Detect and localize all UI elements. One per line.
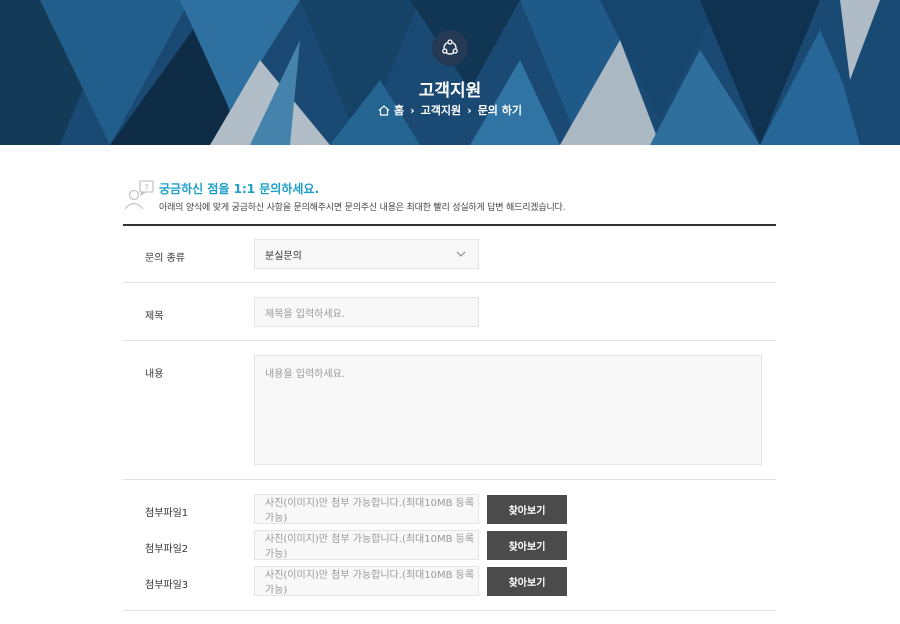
chevron-right-icon: › bbox=[410, 103, 415, 117]
title-input-placeholder: 제목을 입력하세요. bbox=[265, 308, 345, 320]
breadcrumb: 홈 › 고객지원 › 문의 하기 bbox=[0, 102, 900, 118]
attachment-1-browse-button[interactable]: 찾아보기 bbox=[487, 495, 567, 524]
category-select[interactable]: 분실문의 bbox=[254, 239, 479, 269]
attachment-1-input[interactable]: 사진(이미지)만 첨부 가능합니다.(최대10MB 등록 가능) bbox=[254, 494, 479, 524]
content-textarea-placeholder: 내용을 입력하세요. bbox=[265, 369, 345, 380]
attachment-1-label: 첨부파일1 bbox=[145, 508, 189, 519]
breadcrumb-item-home: 홈 bbox=[393, 104, 405, 117]
person-question-icon: ? bbox=[124, 180, 154, 210]
attachment-2-input[interactable]: 사진(이미지)만 첨부 가능합니다.(최대10MB 등록 가능) bbox=[254, 530, 479, 560]
form-row-title: 제목 제목을 입력하세요. bbox=[123, 283, 776, 341]
attachment-2-label: 첨부파일2 bbox=[145, 544, 189, 555]
hero-background-image bbox=[0, 0, 900, 145]
category-label: 문의 종류 bbox=[145, 253, 185, 264]
intro-heading: 궁금하신 점을 1:1 문의하세요. bbox=[159, 182, 320, 196]
hero-banner: 고객지원 홈 › 고객지원 › 문의 하기 bbox=[0, 0, 900, 145]
breadcrumb-home[interactable]: 홈 bbox=[378, 102, 404, 118]
intro-section: ? 궁금하신 점을 1:1 문의하세요. 아래의 양식에 맞게 궁금하신 사항을… bbox=[123, 180, 776, 224]
intro-description: 아래의 양식에 맞게 궁금하신 사항을 문의해주시면 문의주신 내용은 최대한 … bbox=[159, 203, 566, 213]
content-label: 내용 bbox=[145, 369, 164, 380]
attachment-3-browse-button[interactable]: 찾아보기 bbox=[487, 567, 567, 596]
chevron-right-icon: › bbox=[467, 103, 472, 117]
content-textarea[interactable]: 내용을 입력하세요. bbox=[254, 355, 762, 465]
category-select-value: 분실문의 bbox=[265, 250, 302, 262]
breadcrumb-item-inquiry[interactable]: 문의 하기 bbox=[478, 102, 522, 118]
title-input[interactable]: 제목을 입력하세요. bbox=[254, 297, 479, 327]
home-icon bbox=[378, 104, 390, 116]
svg-text:?: ? bbox=[144, 183, 148, 192]
form-row-attachments: 첨부파일1 사진(이미지)만 첨부 가능합니다.(최대10MB 등록 가능) 찾… bbox=[123, 480, 776, 611]
form-row-category: 문의 종류 분실문의 bbox=[123, 226, 776, 283]
attachment-2-placeholder: 사진(이미지)만 첨부 가능합니다.(최대10MB 등록 가능) bbox=[265, 534, 475, 560]
form-row-content: 내용 내용을 입력하세요. bbox=[123, 341, 776, 480]
page-title: 고객지원 bbox=[418, 81, 482, 101]
attachment-3-placeholder: 사진(이미지)만 첨부 가능합니다.(최대10MB 등록 가능) bbox=[265, 570, 475, 596]
chevron-down-icon bbox=[456, 251, 466, 257]
attachment-3-input[interactable]: 사진(이미지)만 첨부 가능합니다.(최대10MB 등록 가능) bbox=[254, 566, 479, 596]
share-nodes-icon bbox=[432, 30, 468, 66]
title-label: 제목 bbox=[145, 311, 164, 322]
attachment-1-placeholder: 사진(이미지)만 첨부 가능합니다.(최대10MB 등록 가능) bbox=[265, 498, 475, 524]
attachment-2-browse-button[interactable]: 찾아보기 bbox=[487, 531, 567, 560]
breadcrumb-item-support[interactable]: 고객지원 bbox=[421, 102, 461, 118]
attachment-3-label: 첨부파일3 bbox=[145, 580, 189, 591]
